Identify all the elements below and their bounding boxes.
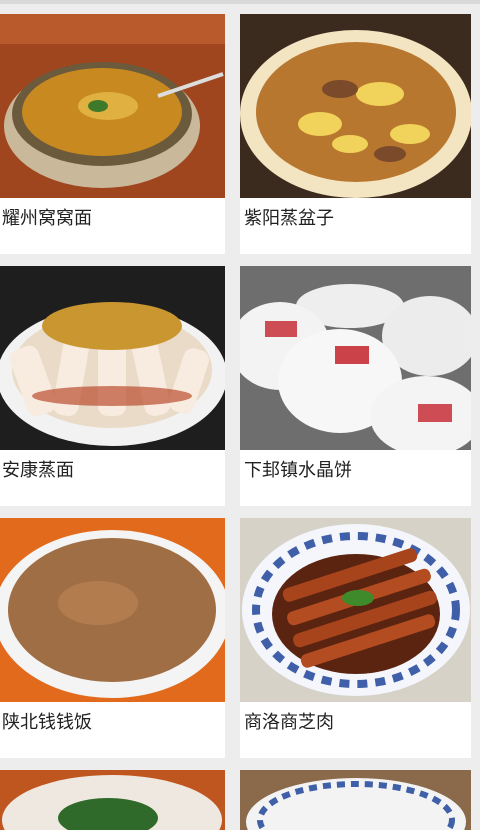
dish-name: 下邽镇水晶饼: [244, 460, 352, 481]
food-card[interactable]: 安康蒸面: [0, 266, 225, 506]
dish-name: 安康蒸面: [2, 460, 74, 481]
food-card[interactable]: 陕北钱钱饭: [0, 518, 225, 758]
dish-image: [240, 770, 471, 830]
dish-image: [0, 770, 225, 830]
dish-name: 陕北钱钱饭: [2, 712, 92, 733]
dish-image: [240, 266, 471, 450]
dish-image: [240, 518, 471, 702]
dish-name: 耀州窝窝面: [2, 208, 92, 229]
dish-image: [240, 14, 471, 198]
food-card[interactable]: 耀州窝窝面: [0, 14, 225, 254]
food-grid: 耀州窝窝面 紫阳蒸盆子 安康蒸面 下邽镇水晶饼 陕北钱钱饭 商洛商芝肉: [0, 0, 480, 830]
food-card[interactable]: 商洛商芝肉: [240, 518, 471, 758]
food-card[interactable]: [240, 770, 471, 830]
food-card[interactable]: 紫阳蒸盆子: [240, 14, 471, 254]
dish-image: [0, 266, 225, 450]
food-card[interactable]: [0, 770, 225, 830]
dish-image: [0, 14, 225, 198]
food-card[interactable]: 下邽镇水晶饼: [240, 266, 471, 506]
dish-image: [0, 518, 225, 702]
dish-name: 紫阳蒸盆子: [244, 208, 334, 229]
dish-name: 商洛商芝肉: [244, 712, 334, 733]
